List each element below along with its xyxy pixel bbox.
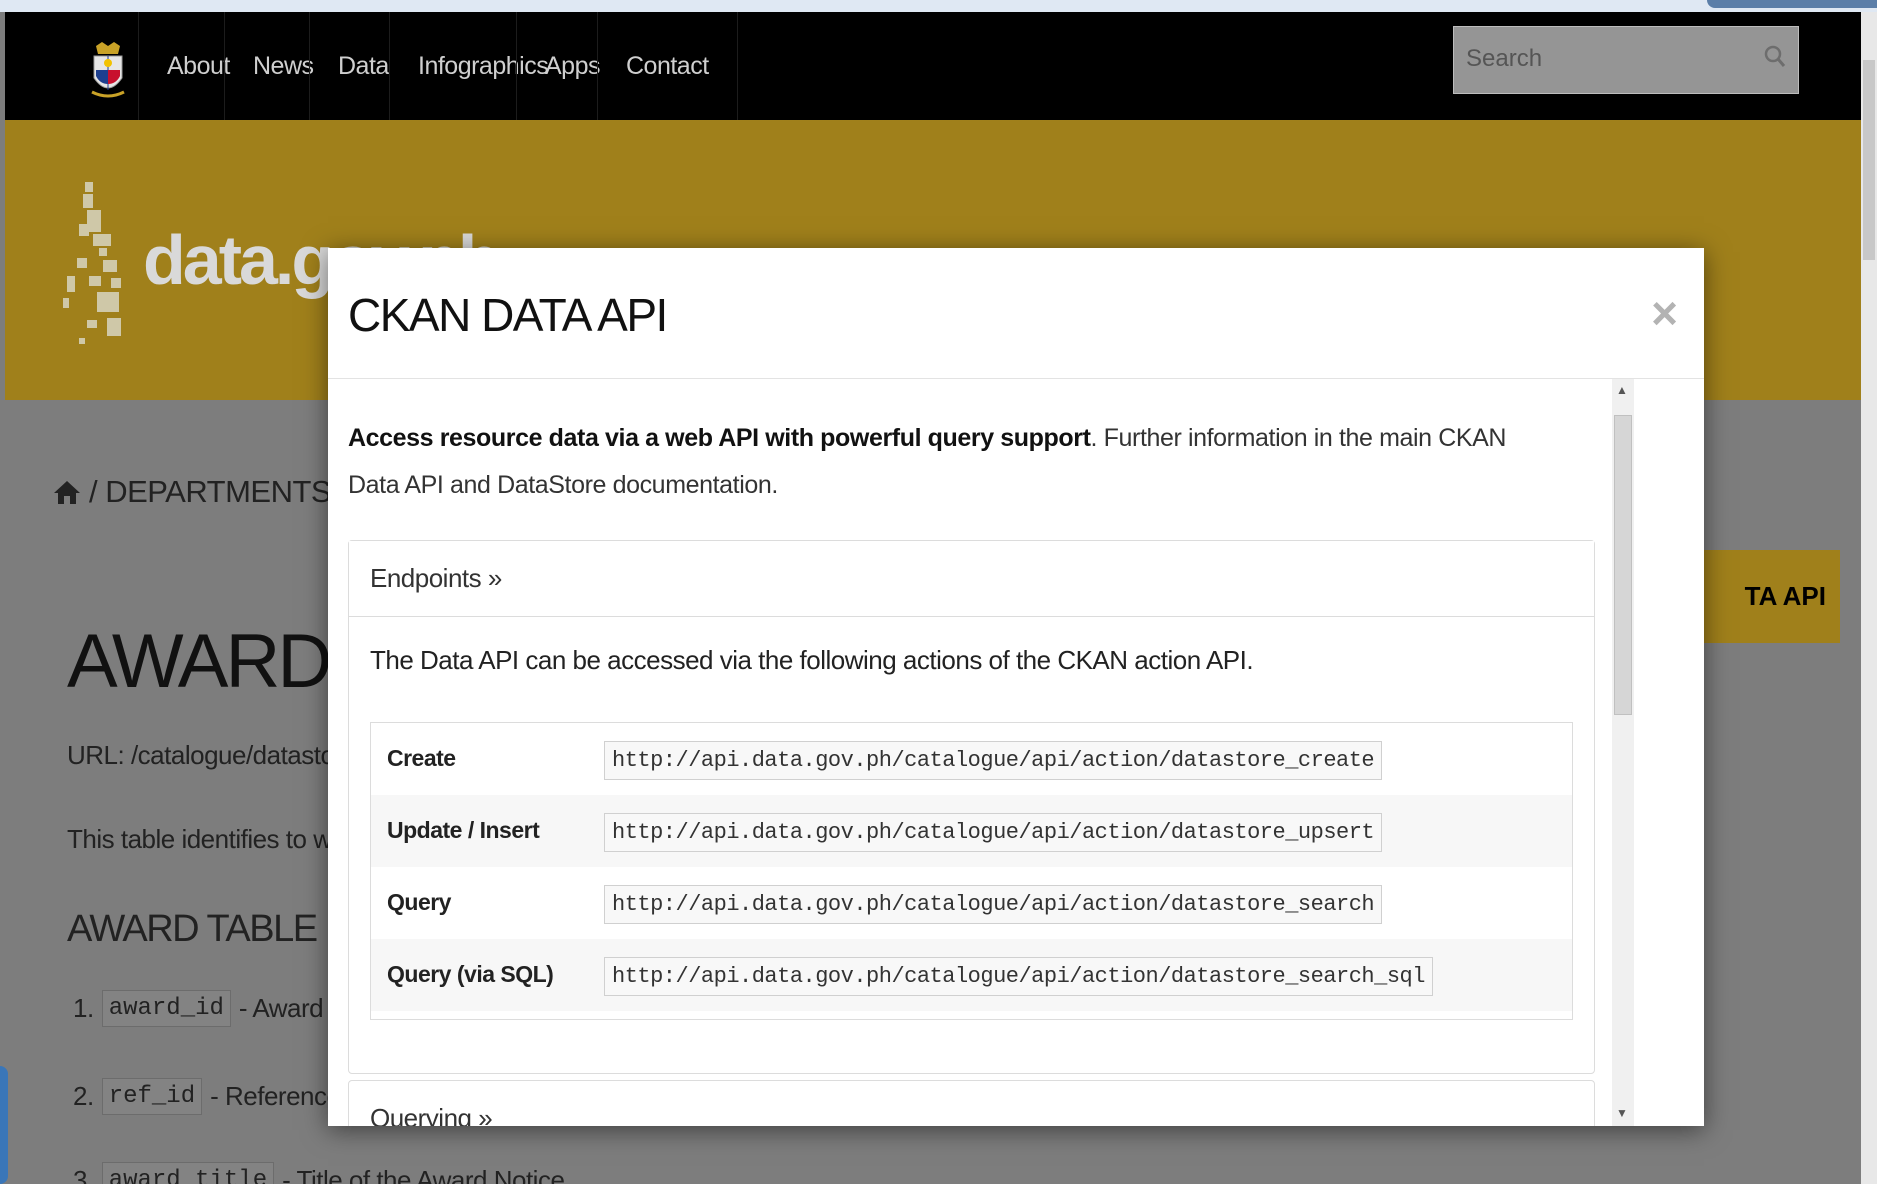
philippines-map-icon [63, 182, 121, 344]
table-row: Create http://api.data.gov.ph/catalogue/… [371, 723, 1572, 795]
nav-apps-label: Apps [545, 52, 600, 80]
window-top-strip [0, 0, 1877, 12]
endpoints-header[interactable]: Endpoints » [349, 541, 1594, 617]
resource-description: This table identifies to whic [67, 824, 364, 854]
close-icon[interactable]: × [1651, 286, 1678, 340]
search-input[interactable] [1454, 27, 1748, 91]
endpoint-url[interactable]: http://api.data.gov.ph/catalogue/api/act… [604, 813, 1383, 852]
endpoint-url[interactable]: http://api.data.gov.ph/catalogue/api/act… [604, 741, 1383, 780]
data-api-button[interactable]: TA API [1699, 550, 1840, 643]
resource-url: URL: /catalogue/datastore, [67, 740, 364, 770]
modal-title: CKAN DATA API [348, 289, 668, 341]
scroll-up-icon[interactable]: ▲ [1616, 383, 1628, 397]
page-title: AWARD [67, 619, 332, 704]
navbar: About News Data Infographics Apps Contac… [5, 12, 1865, 120]
field-code: ref_id [101, 1078, 203, 1115]
endpoints-text: The Data API can be accessed via the fol… [370, 645, 1254, 675]
page-scrollbar[interactable] [1861, 12, 1877, 1184]
table-row: Update / Insert http://api.data.gov.ph/c… [371, 795, 1572, 867]
querying-panel[interactable]: Querying » [348, 1080, 1595, 1126]
list-number: 2. [73, 1081, 94, 1111]
list-number: 1. [73, 993, 94, 1023]
nav-news-label: News [253, 52, 314, 80]
scroll-down-icon[interactable]: ▼ [1616, 1106, 1628, 1120]
field-code: award_id [101, 990, 231, 1027]
list-item: 3. award_title - Title of the Award Noti… [73, 1162, 572, 1184]
endpoints-table: Create http://api.data.gov.ph/catalogue/… [370, 722, 1573, 1020]
list-text: - Title of the Award Notice. [282, 1165, 572, 1184]
nav-data-label: Data [338, 52, 389, 80]
list-item: 1. award_id - Award not [73, 990, 365, 1027]
nav-contact[interactable]: Contact [597, 12, 738, 120]
querying-header: Querying » [370, 1103, 493, 1126]
coat-of-arms-icon[interactable] [88, 40, 128, 100]
endpoint-label: Query (via SQL) [387, 961, 554, 987]
modal-body: Access resource data via a web API with … [328, 379, 1704, 1126]
intro-bold: Access resource data via a web API with … [348, 424, 1091, 452]
table-row: Query (via SQL) http://api.data.gov.ph/c… [371, 939, 1572, 1011]
field-code: award_title [101, 1162, 275, 1184]
endpoint-label: Update / Insert [387, 817, 540, 843]
endpoint-label: Create [387, 745, 456, 771]
nav-contact-label: Contact [626, 52, 709, 80]
window-corner [1707, 0, 1877, 8]
endpoints-panel: Endpoints » The Data API can be accessed… [348, 540, 1595, 1074]
modal-scrollbar-thumb[interactable] [1614, 415, 1632, 715]
api-modal: CKAN DATA API × Access resource data via… [328, 248, 1704, 1126]
endpoint-label: Query [387, 889, 451, 915]
home-icon[interactable] [53, 479, 81, 505]
modal-intro: Access resource data via a web API with … [348, 415, 1538, 509]
endpoint-url[interactable]: http://api.data.gov.ph/catalogue/api/act… [604, 957, 1433, 996]
search-box [1453, 26, 1799, 94]
endpoint-url[interactable]: http://api.data.gov.ph/catalogue/api/act… [604, 885, 1383, 924]
nav-about-label: About [167, 52, 230, 80]
endpoints-header-label: Endpoints » [370, 563, 502, 593]
modal-scrollbar[interactable]: ▲ ▼ [1612, 379, 1634, 1126]
search-icon[interactable] [1764, 45, 1786, 69]
list-number: 3. [73, 1165, 94, 1184]
side-accent [0, 1066, 8, 1184]
page-scrollbar-thumb[interactable] [1863, 60, 1875, 260]
modal-header: CKAN DATA API × [328, 248, 1704, 379]
table-row: Query http://api.data.gov.ph/catalogue/a… [371, 867, 1572, 939]
